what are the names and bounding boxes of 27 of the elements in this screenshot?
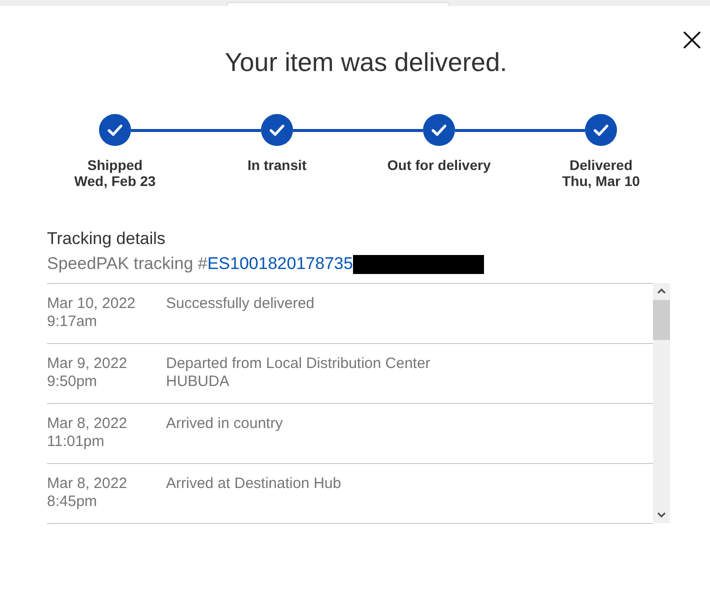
event-location: HUBUDA [166, 373, 230, 391]
event-time: 11:01pm [47, 433, 104, 451]
event-time: 9:17am [47, 313, 98, 331]
carrier-label: SpeedPAK tracking # [47, 254, 208, 274]
step-date: Wed, Feb 23 [74, 173, 156, 189]
event-description: Successfully delivered [166, 295, 314, 313]
step-label: Shipped [87, 157, 143, 173]
event-description: Departed from Local Distribution Center [166, 355, 430, 373]
dialog-title: Your item was delivered. [224, 47, 508, 77]
section-heading: Tracking details [47, 229, 166, 249]
scrollbar-thumb[interactable] [653, 300, 670, 340]
close-button[interactable] [683, 31, 701, 49]
event-description: Arrived at Destination Hub [166, 475, 342, 493]
close-icon [683, 31, 701, 49]
event-description: Arrived in country [166, 415, 283, 433]
event-date: Mar 8, 2022 [47, 415, 128, 433]
step-label: Delivered [569, 157, 633, 173]
scrollbar-track[interactable] [653, 283, 670, 523]
step-date: Thu, Mar 10 [562, 173, 640, 189]
event-date: Mar 8, 2022 [47, 475, 128, 493]
event-time: 9:50pm [47, 373, 98, 391]
event-date: Mar 9, 2022 [47, 355, 128, 373]
tracking-number-link[interactable]: ES1001820178735 [207, 254, 353, 274]
event-date: Mar 10, 2022 [47, 295, 136, 313]
step-label: In transit [247, 157, 307, 173]
event-time: 8:45pm [47, 493, 98, 511]
step-label: Out for delivery [387, 157, 491, 173]
